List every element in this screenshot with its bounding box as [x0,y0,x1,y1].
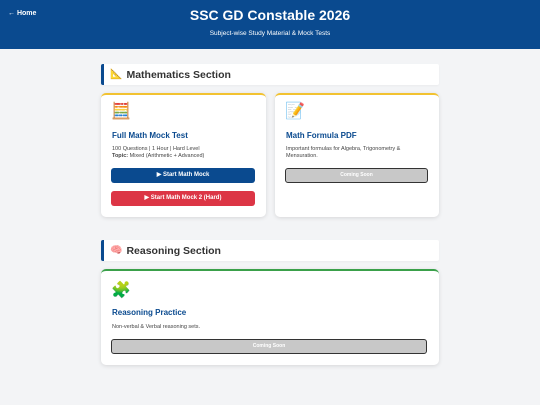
math-mock-card: 🧮 Full Math Mock Test 100 Questions | 1 … [101,93,266,217]
page-subtitle: Subject-wise Study Material & Mock Tests [209,30,331,37]
start-math-mock-button[interactable]: ▶ Start Math Mock [111,168,255,183]
math-section-header: 📐 Mathematics Section [101,64,439,85]
math-formula-title: Math Formula PDF [286,131,357,140]
reasoning-practice-card: 🧩 Reasoning Practice Non-verbal & Verbal… [101,269,439,365]
reasoning-coming-soon-button[interactable]: Coming Soon [111,339,427,354]
math-mock-title: Full Math Mock Test [112,131,188,140]
reasoning-practice-desc: Non-verbal & Verbal reasoning sets. [112,324,201,330]
topic-value: Mixed (Arithmetic + Advanced) [128,153,205,159]
reasoning-practice-title: Reasoning Practice [112,308,187,317]
site-header: ← Home SSC GD Constable 2026 Subject-wis… [0,0,540,49]
memo-icon: 📝 [285,103,305,120]
math-mock-details: 100 Questions | 1 Hour | Hard Level [112,146,200,152]
page-title: SSC GD Constable 2026 [189,7,351,23]
math-section-title: Mathematics Section [126,68,231,81]
topic-label: Topic: [112,153,129,159]
math-formula-desc: Important formulas for Algebra, Trigonom… [286,146,401,159]
puzzle-piece-icon: 🧩 [111,282,131,299]
reasoning-section-title: Reasoning Section [126,244,221,257]
math-formula-coming-soon-button[interactable]: Coming Soon [285,168,428,183]
brain-icon: 🧠 [110,244,123,256]
math-mock-topic: Topic: Mixed (Arithmetic + Advanced) [112,153,204,160]
start-math-mock-2-button[interactable]: ▶ Start Math Mock 2 (Hard) [111,191,255,206]
abacus-icon: 🧮 [111,103,131,120]
triangle-ruler-icon: 📐 [110,68,123,80]
math-formula-card: 📝 Math Formula PDF Important formulas fo… [275,93,439,217]
reasoning-section-header: 🧠 Reasoning Section [101,240,439,261]
